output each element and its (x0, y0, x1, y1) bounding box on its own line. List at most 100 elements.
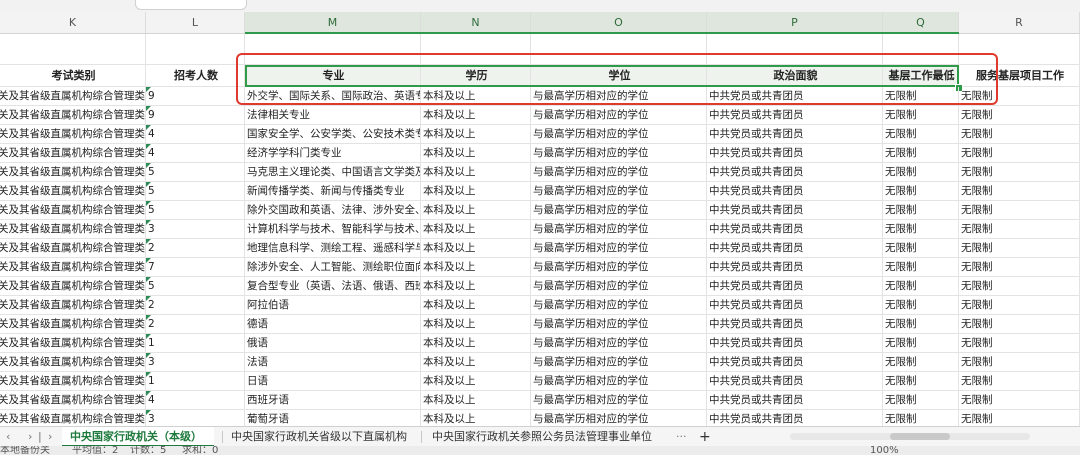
cell-l[interactable]: 5 (146, 201, 245, 220)
empty-cell[interactable] (707, 34, 883, 65)
header-cell-l[interactable]: 招考人数 (146, 65, 245, 87)
cell-o[interactable]: 与最高学历相对应的学位 (531, 372, 707, 391)
cell-p[interactable]: 中共党员或共青团员 (707, 144, 883, 163)
cell-r[interactable]: 无限制 (959, 296, 1080, 315)
cell-k[interactable]: 关及其省级直属机构综合管理类 (0, 277, 146, 296)
cell-m[interactable]: 马克思主义理论类、中国语言文学类及 (245, 163, 421, 182)
cell-r[interactable]: 无限制 (959, 125, 1080, 144)
cell-n[interactable]: 本科及以上 (421, 163, 531, 182)
cell-k[interactable]: 关及其省级直属机构综合管理类 (0, 296, 146, 315)
cell-r[interactable]: 无限制 (959, 182, 1080, 201)
cell-l[interactable]: 1 (146, 372, 245, 391)
cell-m[interactable]: 阿拉伯语 (245, 296, 421, 315)
tab-central-agencies-public-institutions[interactable]: 中央国家行政机关参照公务员法管理事业单位 (424, 427, 668, 447)
scrollbar-thumb[interactable] (890, 433, 950, 440)
cell-o[interactable]: 与最高学历相对应的学位 (531, 144, 707, 163)
cell-n[interactable]: 本科及以上 (421, 201, 531, 220)
cell-o[interactable]: 与最高学历相对应的学位 (531, 258, 707, 277)
cell-n[interactable]: 本科及以上 (421, 334, 531, 353)
cell-q[interactable]: 无限制 (883, 334, 959, 353)
cell-k[interactable]: 关及其省级直属机构综合管理类 (0, 87, 146, 106)
cell-l[interactable]: 9 (146, 106, 245, 125)
cell-q[interactable]: 无限制 (883, 353, 959, 372)
column-header-p[interactable]: P (707, 12, 883, 33)
cell-o[interactable]: 与最高学历相对应的学位 (531, 277, 707, 296)
cell-q[interactable]: 无限制 (883, 315, 959, 334)
empty-cell[interactable] (245, 34, 421, 65)
cell-o[interactable]: 与最高学历相对应的学位 (531, 239, 707, 258)
next-sheet-button[interactable]: › (48, 427, 52, 447)
cell-n[interactable]: 本科及以上 (421, 182, 531, 201)
cell-m[interactable]: 外交学、国际关系、国际政治、英语专业 (245, 87, 421, 106)
cell-n[interactable]: 本科及以上 (421, 125, 531, 144)
cell-m[interactable]: 除涉外安全、人工智能、测绘职位面向 (245, 258, 421, 277)
cell-o[interactable]: 与最高学历相对应的学位 (531, 334, 707, 353)
cell-p[interactable]: 中共党员或共青团员 (707, 372, 883, 391)
cell-k[interactable]: 关及其省级直属机构综合管理类 (0, 239, 146, 258)
cell-k[interactable]: 关及其省级直属机构综合管理类 (0, 106, 146, 125)
cell-m[interactable]: 地理信息科学、测绘工程、遥感科学与 (245, 239, 421, 258)
cell-k[interactable]: 关及其省级直属机构综合管理类 (0, 258, 146, 277)
cell-l[interactable]: 2 (146, 315, 245, 334)
empty-cell[interactable] (421, 34, 531, 65)
cell-k[interactable]: 关及其省级直属机构综合管理类 (0, 220, 146, 239)
zoom-level[interactable]: 100% (870, 446, 899, 455)
cell-r[interactable]: 无限制 (959, 391, 1080, 410)
cell-r[interactable]: 无限制 (959, 106, 1080, 125)
empty-cell[interactable] (883, 34, 959, 65)
cell-r[interactable]: 无限制 (959, 220, 1080, 239)
header-cell-k[interactable]: 考试类别 (0, 65, 146, 87)
cell-l[interactable]: 4 (146, 125, 245, 144)
cell-q[interactable]: 无限制 (883, 125, 959, 144)
cell-n[interactable]: 本科及以上 (421, 372, 531, 391)
cell-p[interactable]: 中共党员或共青团员 (707, 201, 883, 220)
cell-l[interactable]: 3 (146, 220, 245, 239)
cell-n[interactable]: 本科及以上 (421, 144, 531, 163)
cell-q[interactable]: 无限制 (883, 144, 959, 163)
cell-p[interactable]: 中共党员或共青团员 (707, 163, 883, 182)
cell-k[interactable]: 关及其省级直属机构综合管理类 (0, 182, 146, 201)
column-header-q[interactable]: Q (883, 12, 959, 33)
cell-q[interactable]: 无限制 (883, 239, 959, 258)
cell-q[interactable]: 无限制 (883, 277, 959, 296)
cell-n[interactable]: 本科及以上 (421, 277, 531, 296)
cell-m[interactable]: 德语 (245, 315, 421, 334)
formula-box[interactable] (135, 0, 247, 10)
cell-l[interactable]: 9 (146, 87, 245, 106)
cell-o[interactable]: 与最高学历相对应的学位 (531, 163, 707, 182)
cell-m[interactable]: 法语 (245, 353, 421, 372)
cell-p[interactable]: 中共党员或共青团员 (707, 353, 883, 372)
cell-o[interactable]: 与最高学历相对应的学位 (531, 315, 707, 334)
cell-l[interactable]: 2 (146, 239, 245, 258)
prev-sheet-button[interactable]: › (28, 427, 32, 447)
cell-o[interactable]: 与最高学历相对应的学位 (531, 87, 707, 106)
cell-l[interactable]: 2 (146, 296, 245, 315)
cell-p[interactable]: 中共党员或共青团员 (707, 239, 883, 258)
cell-m[interactable]: 国家安全学、公安学类、公安技术类专业 (245, 125, 421, 144)
empty-cell[interactable] (959, 34, 1080, 65)
cell-n[interactable]: 本科及以上 (421, 220, 531, 239)
cell-q[interactable]: 无限制 (883, 220, 959, 239)
header-cell-r[interactable]: 服务基层项目工作 (959, 65, 1080, 87)
cell-r[interactable]: 无限制 (959, 258, 1080, 277)
cell-o[interactable]: 与最高学历相对应的学位 (531, 182, 707, 201)
cell-q[interactable]: 无限制 (883, 296, 959, 315)
cell-p[interactable]: 中共党员或共青团员 (707, 315, 883, 334)
cell-k[interactable]: 关及其省级直属机构综合管理类 (0, 315, 146, 334)
cell-p[interactable]: 中共党员或共青团员 (707, 220, 883, 239)
cell-n[interactable]: 本科及以上 (421, 106, 531, 125)
cell-o[interactable]: 与最高学历相对应的学位 (531, 391, 707, 410)
cell-r[interactable]: 无限制 (959, 334, 1080, 353)
cell-n[interactable]: 本科及以上 (421, 391, 531, 410)
cell-n[interactable]: 本科及以上 (421, 258, 531, 277)
empty-cell[interactable] (531, 34, 707, 65)
cell-m[interactable]: 除外交国政和英语、法律、涉外安全、 (245, 201, 421, 220)
cell-k[interactable]: 关及其省级直属机构综合管理类 (0, 144, 146, 163)
cell-r[interactable]: 无限制 (959, 315, 1080, 334)
cell-l[interactable]: 5 (146, 182, 245, 201)
cell-m[interactable]: 法律相关专业 (245, 106, 421, 125)
cell-q[interactable]: 无限制 (883, 391, 959, 410)
cell-o[interactable]: 与最高学历相对应的学位 (531, 125, 707, 144)
column-header-l[interactable]: L (146, 12, 245, 33)
cell-o[interactable]: 与最高学历相对应的学位 (531, 106, 707, 125)
